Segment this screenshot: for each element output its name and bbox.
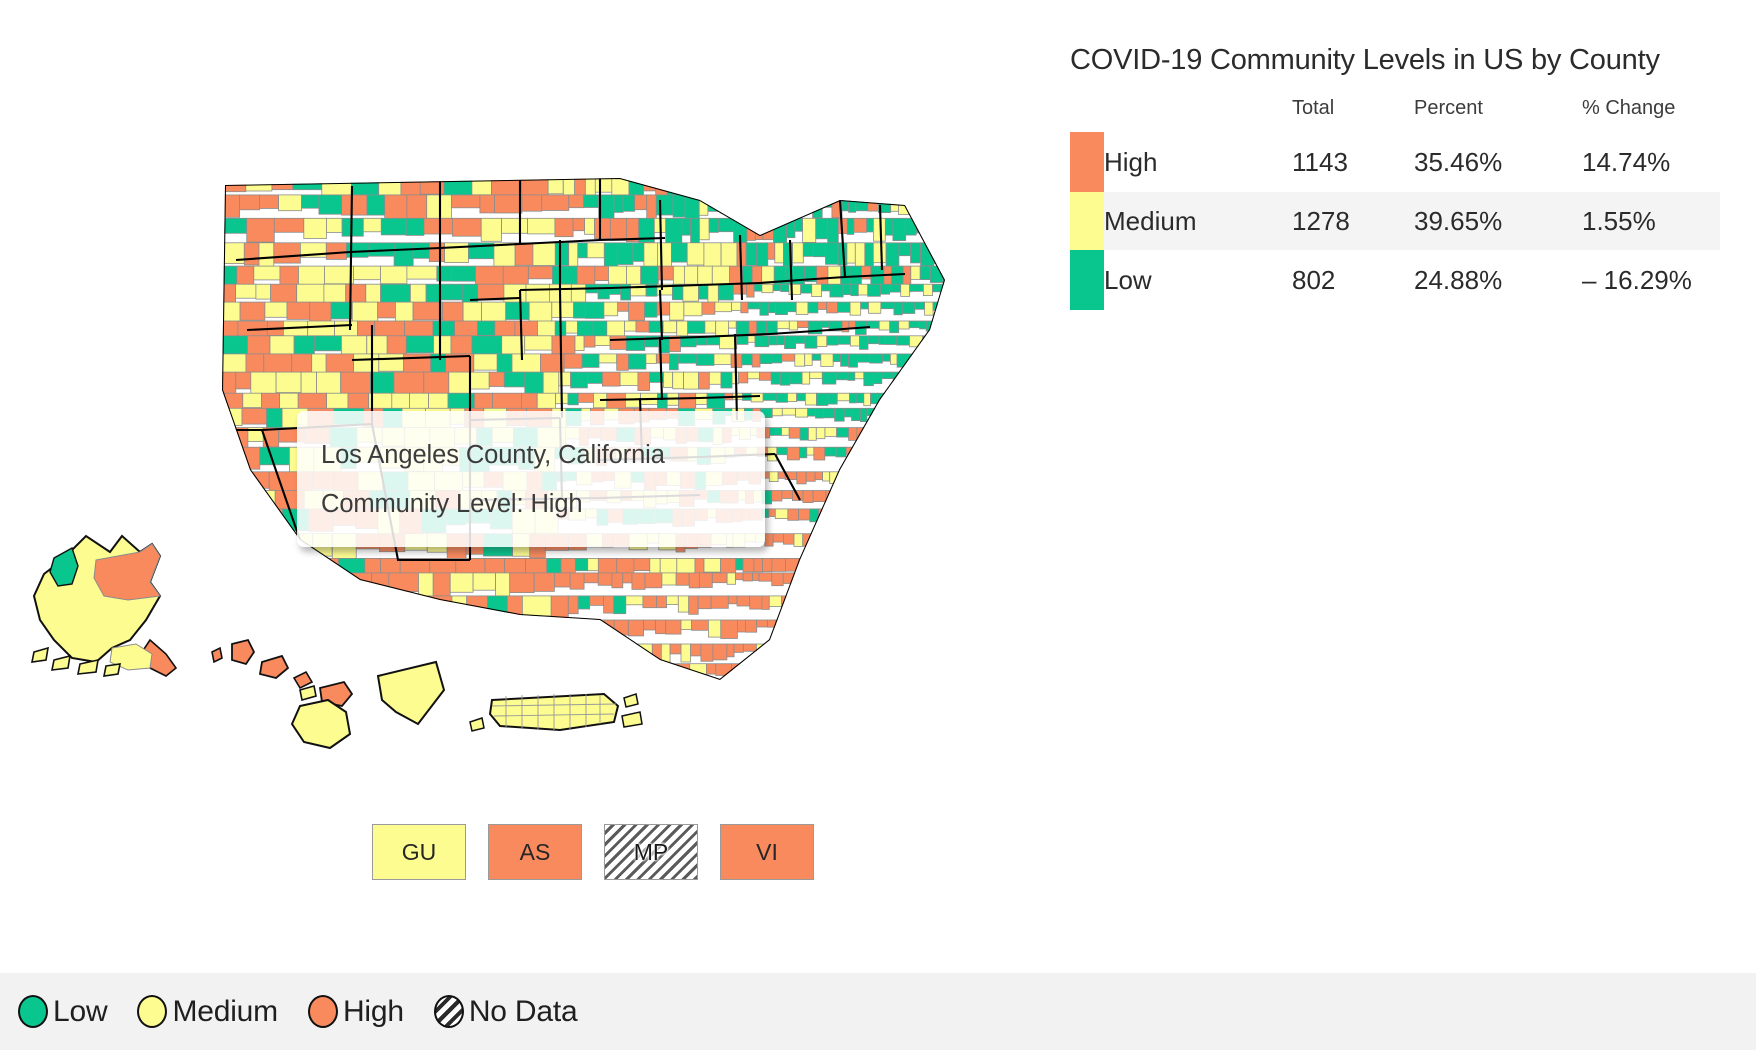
level-name-high: High [1104,146,1158,177]
level-change-low: – 16.29% [1582,264,1692,295]
level-swatch-high [1070,132,1104,192]
level-name-medium: Medium [1104,192,1292,250]
territory-box-as[interactable]: AS [488,824,582,880]
col-header-percent: Percent [1414,97,1483,119]
table-row[interactable]: High 1143 35.46% 14.74% [1070,132,1720,192]
legend-label-medium: Medium [172,994,278,1028]
map-color-legend: Low Medium High No Data [0,973,1756,1050]
level-percent-high: 35.46% [1414,146,1503,177]
community-levels-table: Total Percent % Change High 1143 35.46% … [1070,97,1720,310]
legend-label-high: High [342,994,404,1028]
table-row[interactable]: Medium 1278 39.65% 1.55% [1070,192,1720,250]
community-levels-summary-panel: COVID-19 Community Levels in US by Count… [1070,44,1740,310]
territory-legend-row: GU AS MP VI [372,824,814,880]
level-total-high: 1143 [1292,146,1348,177]
territory-label-mp: MP [633,838,669,865]
level-change-medium: 1.55% [1582,192,1720,250]
level-percent-medium: 39.65% [1414,192,1582,250]
table-header-row: Total Percent % Change [1070,97,1720,132]
puerto-rico-inset [469,692,643,732]
level-change-high: 14.74% [1582,146,1671,177]
dc-inset [376,660,446,726]
hawaii-inset [211,638,354,750]
level-name-low: Low [1104,264,1152,295]
lower-48-counties [222,178,945,680]
territory-box-mp[interactable]: MP [604,824,698,880]
legend-item-high[interactable]: High [307,994,404,1029]
alaska-inset [30,534,178,677]
territory-box-vi[interactable]: VI [720,824,814,880]
circle-swatch-icon [18,995,48,1028]
level-percent-low: 24.88% [1414,264,1503,295]
legend-label-no-data: No Data [468,994,578,1028]
col-header-level [1104,97,1292,132]
col-header-change: % Change [1582,97,1676,119]
territory-box-gu[interactable]: GU [372,824,466,880]
table-row[interactable]: Low 802 24.88% – 16.29% [1070,250,1720,310]
level-swatch-medium-cell [1070,192,1104,250]
col-header-swatch [1070,97,1104,132]
legend-item-low[interactable]: Low [18,994,108,1029]
level-total-medium: 1278 [1292,192,1414,250]
level-swatch-low [1070,250,1104,310]
legend-label-low: Low [53,994,108,1028]
territory-label-vi: VI [756,838,778,865]
panel-title: COVID-19 Community Levels in US by Count… [1070,44,1660,76]
us-county-choropleth-map[interactable]: Los Angeles County, California Community… [0,0,1060,975]
territory-label-gu: GU [401,838,437,865]
level-swatch-low-cell [1070,250,1104,310]
level-swatch-high-cell [1070,132,1104,192]
circle-swatch-icon [137,995,168,1028]
covid-community-levels-page: Los Angeles County, California Community… [0,0,1756,1050]
circle-swatch-icon [307,995,338,1028]
level-total-low: 802 [1292,264,1336,295]
legend-item-no-data[interactable]: No Data [433,994,578,1029]
col-header-total: Total [1292,97,1335,119]
level-swatch-medium [1070,192,1104,250]
circle-hatch-swatch-icon [433,995,464,1028]
legend-item-medium[interactable]: Medium [137,995,278,1029]
territory-label-as: AS [519,838,551,865]
